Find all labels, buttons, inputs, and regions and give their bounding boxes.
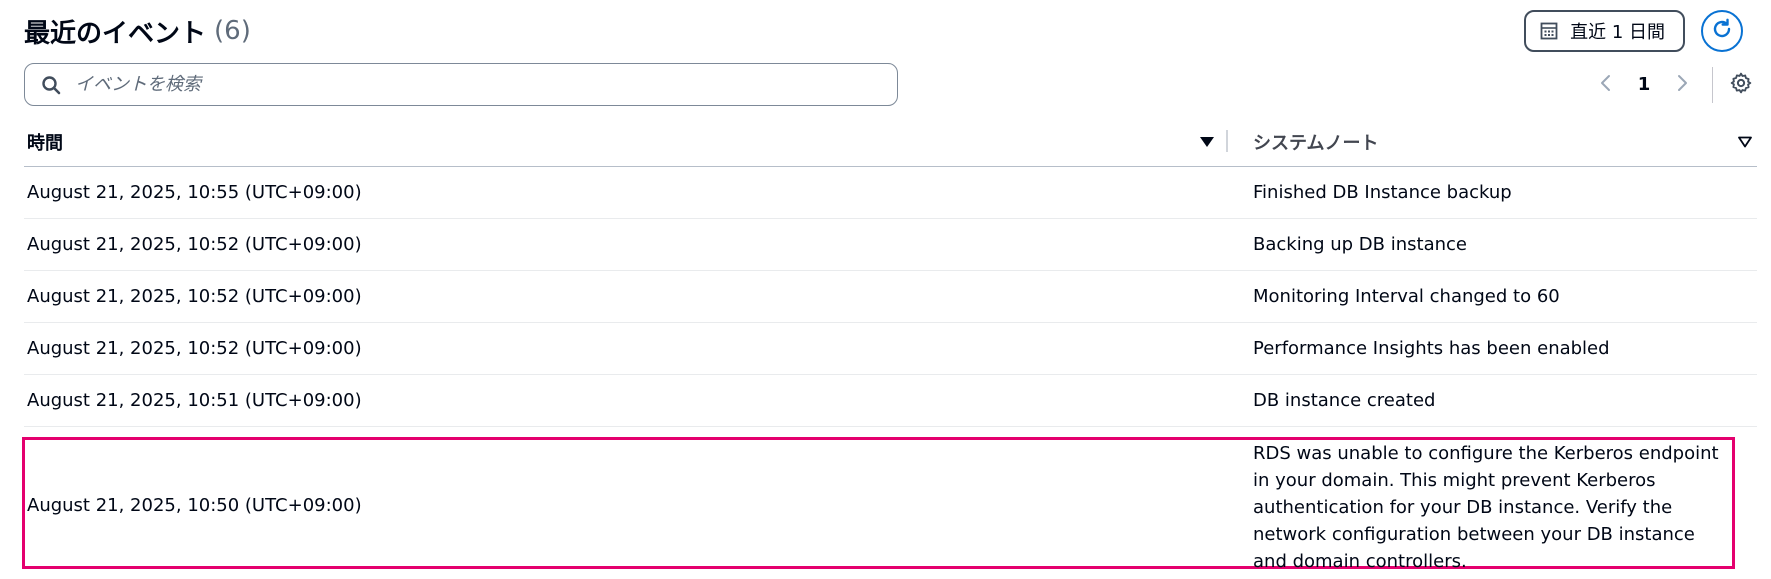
table-row[interactable]: August 21, 2025, 10:55 (UTC+09:00) Finis…: [24, 167, 1757, 219]
caret-down-filled-icon: [1199, 133, 1215, 154]
event-note: Finished DB Instance backup: [1253, 182, 1512, 203]
search-icon: [41, 75, 61, 95]
event-time: August 21, 2025, 10:50 (UTC+09:00): [27, 494, 362, 516]
table-row[interactable]: August 21, 2025, 10:52 (UTC+09:00) Perfo…: [24, 323, 1757, 375]
recent-events-panel: 最近のイベント (6) 直近 1 日間 イベントを検索 1 時間 システムノート…: [0, 0, 1771, 579]
header-actions: 直近 1 日間: [1524, 10, 1743, 52]
event-time: August 21, 2025, 10:51 (UTC+09:00): [27, 390, 362, 411]
column-header-time[interactable]: 時間: [27, 117, 1227, 166]
event-note: Backing up DB instance: [1253, 234, 1467, 255]
time-range-button[interactable]: 直近 1 日間: [1524, 10, 1685, 52]
column-header-system-note[interactable]: システムノート: [1253, 117, 1757, 166]
event-time: August 21, 2025, 10:52 (UTC+09:00): [27, 338, 362, 359]
event-note: Performance Insights has been enabled: [1253, 338, 1610, 359]
column-divider[interactable]: [1226, 130, 1228, 152]
event-count: (6): [214, 16, 251, 46]
event-note: RDS was unable to configure the Kerberos…: [1253, 443, 1719, 572]
column-header-label: 時間: [27, 132, 63, 154]
events-table: 時間 システムノート August 21, 2025, 10:55 (UTC+0…: [22, 117, 1757, 573]
panel-header: 最近のイベント (6) 直近 1 日間: [24, 10, 1757, 52]
next-page-button[interactable]: [1666, 69, 1698, 101]
chevron-left-icon: [1599, 73, 1613, 97]
refresh-button[interactable]: [1701, 10, 1743, 52]
event-time: August 21, 2025, 10:52 (UTC+09:00): [27, 234, 362, 255]
page-title: 最近のイベント: [24, 18, 207, 49]
time-range-label: 直近 1 日間: [1570, 22, 1665, 43]
search-input[interactable]: [73, 73, 837, 96]
refresh-icon: [1710, 17, 1734, 45]
filter-row: 1: [24, 63, 1757, 106]
table-row[interactable]: August 21, 2025, 10:52 (UTC+09:00) Monit…: [24, 271, 1757, 323]
event-time: August 21, 2025, 10:52 (UTC+09:00): [27, 286, 362, 307]
table-row-highlighted[interactable]: August 21, 2025, 10:50 (UTC+09:00) RDS w…: [22, 437, 1757, 573]
gear-icon: [1730, 72, 1752, 98]
previous-page-button[interactable]: [1590, 69, 1622, 101]
event-time: August 21, 2025, 10:55 (UTC+09:00): [27, 182, 362, 203]
pagination-divider: [1712, 66, 1713, 103]
chevron-right-icon: [1675, 73, 1689, 97]
preferences-button[interactable]: [1725, 69, 1757, 101]
search-box[interactable]: [24, 63, 898, 106]
event-note: Monitoring Interval changed to 60: [1253, 286, 1560, 307]
caret-down-outline-icon: [1737, 133, 1753, 154]
table-row[interactable]: August 21, 2025, 10:52 (UTC+09:00) Backi…: [24, 219, 1757, 271]
current-page-number[interactable]: 1: [1622, 74, 1666, 95]
pagination: 1: [1590, 63, 1757, 106]
table-header: 時間 システムノート: [24, 117, 1757, 167]
event-note: DB instance created: [1253, 390, 1436, 411]
column-header-label: システムノート: [1253, 132, 1379, 154]
calendar-icon: [1540, 22, 1558, 40]
table-row[interactable]: August 21, 2025, 10:51 (UTC+09:00) DB in…: [24, 375, 1757, 427]
